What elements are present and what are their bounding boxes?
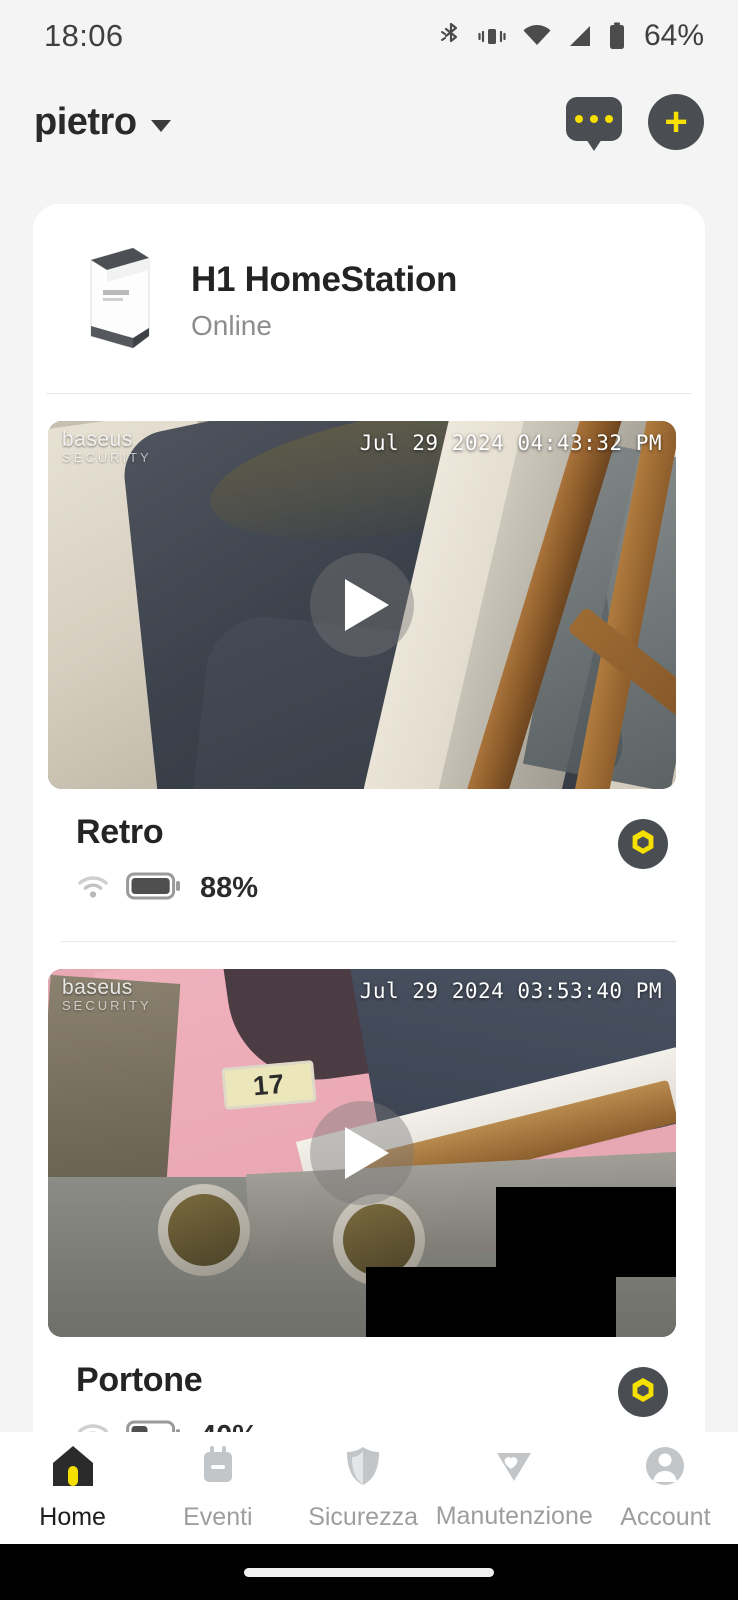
camera-card-portone: 17 baseus SECURITY Jul 29 2024 03:53:40 …: [33, 942, 705, 1455]
battery-percent: 88%: [200, 872, 259, 904]
camera-info-left: Retro 88%: [76, 813, 258, 907]
camera-name: Retro: [76, 813, 164, 851]
calendar-icon: [196, 1444, 240, 1493]
app-header: pietro +: [0, 72, 738, 172]
camera-info-row: Retro 88%: [48, 789, 690, 907]
plus-icon: +: [664, 100, 688, 144]
nav-label: Eventi: [183, 1503, 253, 1531]
play-icon[interactable]: [310, 1101, 414, 1205]
message-dots-icon: [566, 97, 622, 141]
nav-item-manutenzione[interactable]: Manutenzione: [436, 1445, 593, 1531]
station-status: Online: [191, 309, 272, 341]
record-hex-icon: [628, 827, 658, 862]
home-card: H1 HomeStation Online baseus SECURITY Ju…: [33, 204, 705, 1464]
station-text: H1 HomeStation Online: [191, 260, 457, 342]
homestation-device-image: [69, 238, 165, 363]
add-device-button[interactable]: +: [648, 94, 704, 150]
bluetooth-icon: [440, 21, 462, 51]
battery-icon: [126, 870, 182, 907]
chevron-down-icon: [150, 120, 171, 132]
nav-item-sicurezza[interactable]: Sicurezza: [290, 1444, 435, 1532]
nav-item-home[interactable]: Home: [0, 1444, 145, 1532]
gesture-bar: [0, 1544, 738, 1600]
nav-label: Home: [39, 1503, 106, 1531]
wifi-icon: [522, 23, 552, 49]
status-bar-icons: 64%: [440, 19, 704, 53]
user-selector[interactable]: pietro: [34, 101, 171, 144]
person-icon: [643, 1444, 687, 1493]
camera-status-row: 88%: [76, 870, 258, 907]
shield-icon: [342, 1444, 384, 1493]
play-icon[interactable]: [310, 553, 414, 657]
camera-record-button[interactable]: [618, 819, 668, 869]
bottom-navigation: Home Eventi Sicurezza Manutenzione Accou…: [0, 1432, 738, 1544]
diamond-heart-icon: [491, 1445, 537, 1492]
home-indicator[interactable]: [244, 1567, 494, 1577]
cellular-signal-icon: [567, 23, 593, 49]
status-bar: 18:06 64%: [0, 0, 738, 72]
nav-item-eventi[interactable]: Eventi: [145, 1444, 290, 1532]
camera-record-button[interactable]: [618, 1367, 668, 1417]
camera-name: Portone: [76, 1361, 203, 1399]
wifi-icon: [76, 872, 110, 905]
station-name: H1 HomeStation: [191, 259, 458, 299]
nav-label: Manutenzione: [435, 1502, 593, 1530]
battery-icon: [608, 22, 626, 50]
camera-card-retro: baseus SECURITY Jul 29 2024 04:43:32 PM …: [33, 394, 705, 942]
message-button[interactable]: [566, 97, 622, 151]
brand-watermark: baseus SECURITY: [62, 976, 152, 1014]
house-number-plate: 17: [221, 1060, 317, 1110]
status-bar-battery-percent: 64%: [643, 19, 704, 52]
status-bar-clock: 18:06: [44, 18, 124, 53]
station-header[interactable]: H1 HomeStation Online: [33, 204, 705, 393]
camera-thumbnail[interactable]: 17 baseus SECURITY Jul 29 2024 03:53:40 …: [48, 969, 676, 1337]
camera-thumbnail[interactable]: baseus SECURITY Jul 29 2024 04:43:32 PM: [48, 421, 676, 789]
home-icon: [50, 1444, 96, 1493]
brand-watermark: baseus SECURITY: [62, 428, 152, 466]
user-name: pietro: [34, 100, 137, 143]
nav-label: Sicurezza: [308, 1503, 418, 1531]
timestamp-overlay: Jul 29 2024 04:43:32 PM: [359, 431, 662, 455]
message-bubble-tail: [586, 139, 602, 151]
record-hex-icon: [628, 1375, 658, 1410]
nav-label: Account: [620, 1503, 711, 1531]
vibrate-icon: [477, 21, 507, 51]
header-actions: +: [566, 94, 704, 151]
nav-item-account[interactable]: Account: [593, 1444, 738, 1532]
timestamp-overlay: Jul 29 2024 03:53:40 PM: [359, 979, 662, 1003]
